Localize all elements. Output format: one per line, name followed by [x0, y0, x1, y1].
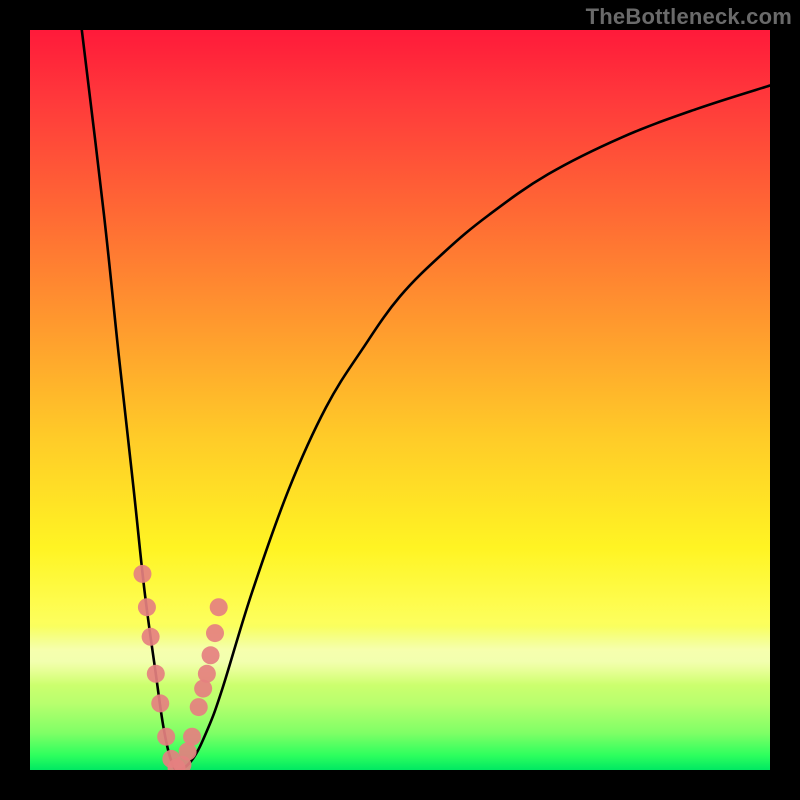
- chart-frame: TheBottleneck.com: [0, 0, 800, 800]
- curve-layer: [30, 30, 770, 770]
- marker-point: [142, 628, 160, 646]
- marker-point: [206, 624, 224, 642]
- watermark-text: TheBottleneck.com: [586, 4, 792, 30]
- marker-point: [157, 728, 175, 746]
- bottleneck-curve: [82, 30, 770, 770]
- marker-point: [147, 665, 165, 683]
- marker-point: [190, 698, 208, 716]
- marker-point: [198, 665, 216, 683]
- marker-cluster: [133, 565, 227, 770]
- marker-point: [151, 694, 169, 712]
- marker-point: [133, 565, 151, 583]
- marker-point: [210, 598, 228, 616]
- marker-point: [138, 598, 156, 616]
- plot-area: [30, 30, 770, 770]
- marker-point: [183, 728, 201, 746]
- marker-point: [202, 646, 220, 664]
